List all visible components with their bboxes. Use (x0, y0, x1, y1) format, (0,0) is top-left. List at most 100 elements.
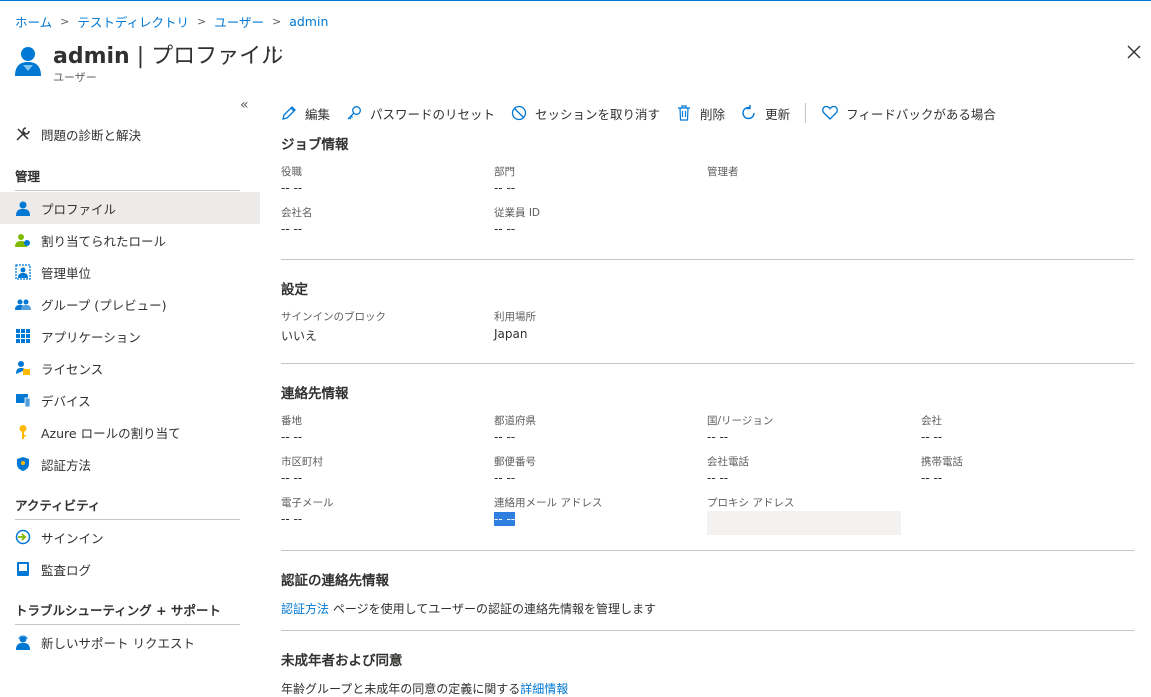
user-icon (15, 200, 31, 216)
chevron-right-icon: > (60, 15, 70, 28)
more-options-button[interactable]: ··· (267, 42, 284, 60)
street-label: 番地 (281, 415, 302, 427)
sidebar-item-label: 割り当てられたロール (41, 233, 167, 249)
sidebar-item-label: デバイス (41, 393, 91, 409)
breadcrumb-directory[interactable]: テストディレクトリ (77, 12, 189, 31)
device-icon (15, 392, 31, 408)
auth-methods-link[interactable]: 認証方法 (281, 602, 329, 616)
department-value: -- -- (494, 181, 516, 195)
section-title-job: ジョブ情報 (281, 137, 349, 153)
sidebar-item-label: Azure ロールの割り当て (41, 425, 181, 441)
email-value: -- -- (281, 512, 303, 526)
sidebar-item-label: グループ (プレビュー) (41, 297, 167, 313)
state-value: -- -- (494, 430, 516, 444)
zip-label: 郵便番号 (494, 456, 536, 468)
sidebar-item-auth-methods[interactable]: 認証方法 (0, 448, 260, 480)
sidebar-item-applications[interactable]: アプリケーション (0, 320, 260, 352)
sidebar-item-admin-units[interactable]: 管理単位 (0, 256, 260, 288)
usage-location-value: Japan (494, 327, 528, 341)
block-sign-in-value: いいえ (281, 329, 318, 343)
street-value: -- -- (281, 430, 303, 444)
close-icon[interactable] (1126, 44, 1142, 60)
alt-email-label: 連絡用メール アドレス (494, 497, 603, 509)
sidebar-item-label: プロファイル (41, 201, 117, 217)
sidebar-item-label: 管理単位 (41, 265, 92, 281)
minors-text: 年齢グループと未成年の同意の定義に関する詳細情報 (281, 682, 569, 696)
department-label: 部門 (494, 166, 515, 178)
mobile-label: 携帯電話 (921, 456, 963, 468)
company-value: -- -- (281, 222, 303, 236)
manager-label: 管理者 (707, 166, 739, 178)
breadcrumb-users[interactable]: ユーザー (214, 12, 264, 31)
feedback-button[interactable]: フィードバックがある場合 (821, 104, 996, 123)
sidebar-item-label: サインイン (41, 530, 104, 546)
block-icon (511, 105, 527, 121)
command-bar: 編集 パスワードのリセット セッションを取り消す 削除 更新 フィードバックがあ… (280, 101, 1011, 125)
divider (281, 363, 1134, 364)
divider (15, 190, 240, 191)
breadcrumb-admin[interactable]: admin (289, 14, 328, 29)
sidebar-section-manage: 管理 (15, 169, 41, 184)
collapse-sidebar-button[interactable]: « (240, 97, 249, 113)
employee-id-label: 従業員 ID (494, 207, 541, 219)
country-value: -- -- (707, 430, 729, 444)
mobile-value: -- -- (921, 471, 943, 485)
sign-in-icon (15, 529, 31, 545)
auth-contact-text: 認証方法 ページを使用してユーザーの認証の連絡先情報を管理します (281, 602, 656, 616)
toolbar-divider (805, 103, 807, 123)
alt-email-value[interactable]: -- -- (494, 512, 516, 526)
learn-more-link[interactable]: 詳細情報 (520, 682, 568, 696)
sidebar-item-signins[interactable]: サインイン (0, 521, 260, 553)
section-title-auth-contact: 認証の連絡先情報 (281, 573, 389, 589)
job-title-value: -- -- (281, 181, 303, 195)
group-icon (15, 296, 31, 312)
sidebar-item-new-support-request[interactable]: 新しいサポート リクエスト (0, 626, 260, 658)
page-subtitle: ユーザー (53, 71, 97, 84)
sidebar-item-diagnose[interactable]: 問題の診断と解決 (0, 118, 260, 150)
sidebar-item-assigned-roles[interactable]: 割り当てられたロール (0, 224, 260, 256)
proxy-address-label: プロキシ アドレス (707, 497, 795, 509)
chevron-right-icon: > (197, 15, 207, 28)
section-title-minors: 未成年者および同意 (281, 653, 403, 669)
reset-password-button[interactable]: パスワードのリセット (345, 104, 495, 123)
sidebar-item-label: アプリケーション (41, 329, 141, 345)
key-icon (15, 424, 31, 440)
country-label: 国/リージョン (707, 415, 774, 427)
job-title-label: 役職 (281, 166, 302, 178)
block-sign-in-label: サインインのブロック (281, 311, 386, 323)
shield-icon (15, 456, 31, 472)
divider (15, 624, 240, 625)
email-label: 電子メール (281, 497, 334, 509)
revoke-sessions-button[interactable]: セッションを取り消す (510, 104, 660, 123)
heart-icon (822, 105, 838, 120)
pencil-icon (282, 106, 296, 120)
refresh-button[interactable]: 更新 (740, 104, 790, 123)
user-icon (15, 47, 41, 76)
chevron-right-icon: > (271, 15, 282, 28)
delete-button[interactable]: 削除 (675, 104, 725, 123)
audit-log-icon (15, 561, 31, 577)
employee-id-value: -- -- (494, 222, 516, 236)
city-value: -- -- (281, 471, 303, 485)
sidebar-item-label: 認証方法 (41, 457, 92, 473)
breadcrumb-home[interactable]: ホーム (15, 12, 52, 31)
sidebar-item-devices[interactable]: デバイス (0, 384, 260, 416)
support-icon (15, 634, 31, 650)
sidebar-item-profile[interactable]: プロファイル (0, 192, 260, 224)
breadcrumb: ホーム > テストディレクトリ > ユーザー > admin (15, 12, 328, 31)
office-value: -- -- (921, 430, 943, 444)
refresh-icon (742, 105, 755, 120)
section-title-contact: 連絡先情報 (281, 386, 349, 402)
user-role-icon (15, 232, 31, 248)
sidebar-item-groups[interactable]: グループ (プレビュー) (0, 288, 260, 320)
edit-button[interactable]: 編集 (280, 104, 330, 123)
sidebar-item-azure-roles[interactable]: Azure ロールの割り当て (0, 416, 260, 448)
admin-unit-icon (15, 264, 31, 280)
sidebar-item-licenses[interactable]: ライセンス (0, 352, 260, 384)
divider (281, 550, 1134, 551)
sidebar-item-audit-logs[interactable]: 監査ログ (0, 553, 260, 585)
office-phone-value: -- -- (707, 471, 729, 485)
trash-icon (678, 105, 691, 121)
proxy-address-field[interactable] (707, 511, 901, 535)
office-phone-label: 会社電話 (707, 456, 749, 468)
